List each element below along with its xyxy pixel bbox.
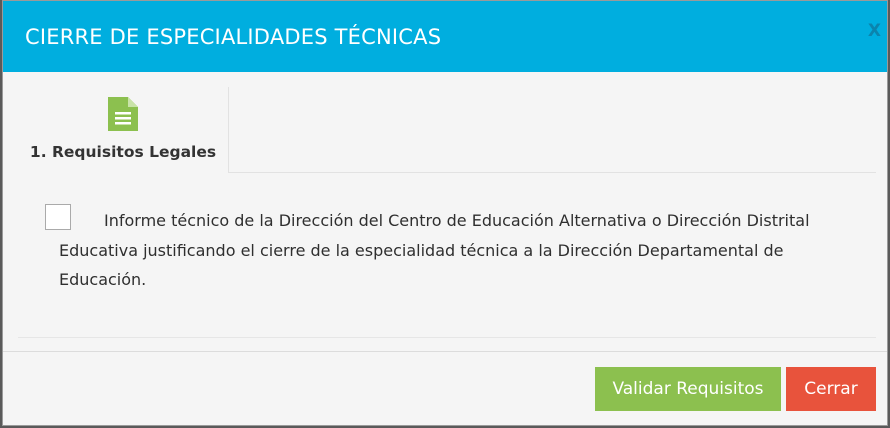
footer-divider: [3, 351, 887, 352]
requirements-panel: Informe técnico de la Dirección del Cent…: [18, 173, 876, 338]
requirement-text: Informe técnico de la Dirección del Cent…: [59, 211, 810, 289]
close-button[interactable]: Cerrar: [786, 367, 876, 411]
document-icon: [108, 97, 138, 131]
tab-label: 1. Requisitos Legales: [29, 143, 217, 161]
validate-requirements-button[interactable]: Validar Requisitos: [595, 367, 781, 411]
modal-header: CIERRE DE ESPECIALIDADES TÉCNICAS X: [3, 1, 887, 72]
modal-title: CIERRE DE ESPECIALIDADES TÉCNICAS: [25, 25, 442, 49]
close-icon[interactable]: X: [868, 21, 881, 41]
tab-requisitos-legales[interactable]: 1. Requisitos Legales: [18, 87, 229, 173]
modal-dialog: CIERRE DE ESPECIALIDADES TÉCNICAS X 1. R…: [2, 0, 888, 426]
